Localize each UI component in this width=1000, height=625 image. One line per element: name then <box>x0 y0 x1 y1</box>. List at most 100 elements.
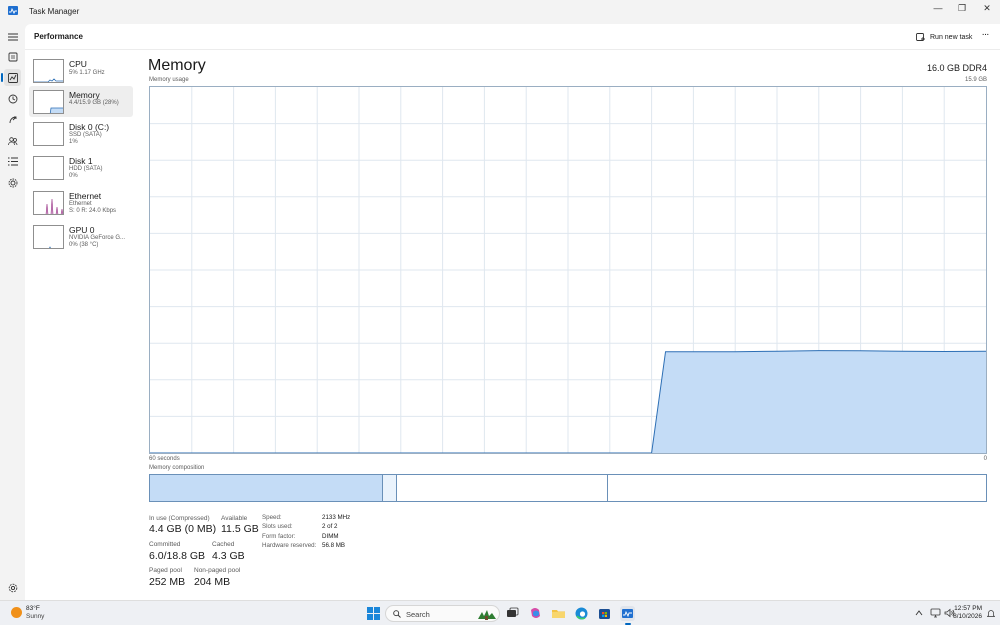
slots-used-value: 2 of 2 <box>322 523 338 530</box>
device-ethernet[interactable]: Ethernet Ethernet S: 0 R: 24.0 Kbps <box>29 189 133 221</box>
task-manager-app-icon <box>8 6 18 15</box>
committed-label: Committed <box>149 541 181 548</box>
panel-title: Memory <box>148 57 206 74</box>
close-button[interactable]: ✕ <box>975 0 999 16</box>
edge-button[interactable] <box>574 606 589 621</box>
in-use-value: 4.4 GB (0 MB) <box>149 523 217 535</box>
nav-startup-apps[interactable] <box>4 111 21 128</box>
device-detail: 5% 1.17 GHz <box>69 70 105 76</box>
cached-label: Cached <box>212 541 235 548</box>
available-label: Available <box>221 515 248 522</box>
show-hidden-icons-chevron-icon[interactable] <box>915 610 923 616</box>
header-divider <box>25 49 1000 50</box>
taskbar: 83°F Sunny Search 12:57 PM 8/10/2026 <box>0 600 1000 625</box>
available-value: 11.5 GB <box>221 523 259 535</box>
form-factor-label: Form factor: <box>262 533 296 540</box>
nav-services[interactable] <box>4 174 21 191</box>
start-button[interactable] <box>366 606 381 621</box>
nav-users[interactable] <box>4 132 21 149</box>
memory-usage-max: 15.9 GB <box>964 77 987 83</box>
device-disk-1[interactable]: Disk 1 HDD (SATA) 0% <box>29 154 133 186</box>
task-view-button[interactable] <box>505 606 520 621</box>
page-title: Performance <box>34 32 83 41</box>
memory-composition-label: Memory composition <box>149 465 205 471</box>
services-icon <box>8 178 17 187</box>
device-utilization: 0% (38 °C) <box>69 242 99 248</box>
device-name: Disk 1 <box>69 156 93 166</box>
hardware-reserved-value: 56.8 MB <box>322 542 346 549</box>
store-icon <box>599 609 610 619</box>
run-new-task-label: Run new task <box>930 33 973 41</box>
app-history-icon <box>8 94 17 103</box>
settings-icon <box>8 583 17 592</box>
device-name: Ethernet <box>69 191 102 201</box>
memory-spec: 16.0 GB DDR4 <box>926 63 987 73</box>
window-title: Task Manager <box>29 7 80 16</box>
nav-details[interactable] <box>4 153 21 170</box>
more-options-button[interactable]: ··· <box>978 30 992 42</box>
run-task-icon <box>916 32 925 41</box>
weather-sun-icon[interactable] <box>11 607 22 618</box>
network-icon[interactable] <box>930 608 941 618</box>
store-button[interactable] <box>597 606 612 621</box>
startup-apps-icon <box>9 116 16 123</box>
device-detail: NVIDIA GeForce G... <box>69 235 126 241</box>
processes-icon <box>8 52 17 61</box>
device-detail: Ethernet <box>69 201 92 207</box>
speed-value: 2133 MHz <box>322 514 351 521</box>
device-disk-0[interactable]: Disk 0 (C:) SSD (SATA) 1% <box>29 120 133 152</box>
device-gpu-0[interactable]: GPU 0 NVIDIA GeForce G... 0% (38 °C) <box>29 223 133 255</box>
memory-usage-svg <box>150 87 987 454</box>
clock-time[interactable]: 12:57 PM <box>954 605 982 612</box>
memory-usage-label: Memory usage <box>149 77 189 83</box>
minimize-button[interactable]: — <box>926 0 950 16</box>
run-new-task-button[interactable]: Run new task <box>916 31 972 43</box>
task-manager-taskbar-button[interactable] <box>620 606 635 625</box>
hamburger-menu-button[interactable] <box>4 28 21 45</box>
memory-thumbnail <box>33 90 64 114</box>
speed-label: Speed: <box>262 514 282 521</box>
device-name: CPU <box>69 59 87 69</box>
file-explorer-button[interactable] <box>551 606 566 621</box>
weather-condition[interactable]: Sunny <box>26 613 44 620</box>
clock-date[interactable]: 8/10/2026 <box>953 613 982 620</box>
device-name: Disk 0 (C:) <box>69 122 110 132</box>
device-detail: SSD (SATA) <box>69 132 102 138</box>
weather-temperature[interactable]: 83°F <box>26 605 40 612</box>
taskbar-search[interactable]: Search <box>385 605 500 622</box>
navigation-rail <box>0 24 25 600</box>
in-use-label: In use (Compressed) <box>149 515 210 522</box>
nav-settings[interactable] <box>4 579 21 596</box>
nav-performance[interactable] <box>1 69 21 86</box>
non-paged-pool-label: Non-paged pool <box>194 567 241 574</box>
device-name: GPU 0 <box>69 225 95 235</box>
device-detail: 4.4/15.9 GB (28%) <box>69 100 119 106</box>
task-manager-icon <box>622 609 633 618</box>
paged-pool-label: Paged pool <box>149 567 182 574</box>
device-cpu[interactable]: CPU 5% 1.17 GHz <box>29 57 133 88</box>
cached-value: 4.3 GB <box>212 550 245 562</box>
search-highlight-icon <box>478 610 496 620</box>
device-memory[interactable]: Memory 4.4/15.9 GB (28%) <box>29 86 133 117</box>
device-detail: HDD (SATA) <box>69 166 103 172</box>
copilot-icon <box>531 608 540 618</box>
users-icon <box>7 136 17 145</box>
slots-used-label: Slots used: <box>262 523 293 530</box>
nav-app-history[interactable] <box>4 90 21 107</box>
time-span-label: 60 seconds <box>149 456 180 462</box>
hamburger-icon <box>7 33 18 40</box>
paged-pool-value: 252 MB <box>149 576 186 588</box>
performance-icon <box>7 72 18 83</box>
cpu-thumbnail <box>33 59 64 83</box>
time-end-label: 0 <box>983 456 987 462</box>
form-factor-value: DIMM <box>322 533 339 540</box>
copilot-button[interactable] <box>528 606 543 621</box>
details-icon <box>7 157 18 166</box>
maximize-button[interactable]: ❐ <box>950 0 974 16</box>
title-bar: Task Manager — ❐ ✕ <box>0 0 1000 24</box>
nav-processes[interactable] <box>4 48 21 65</box>
windows-start-icon <box>367 607 380 620</box>
search-placeholder: Search <box>406 610 430 619</box>
device-utilization: 0% <box>69 173 78 179</box>
notification-bell-icon[interactable] <box>987 609 995 618</box>
